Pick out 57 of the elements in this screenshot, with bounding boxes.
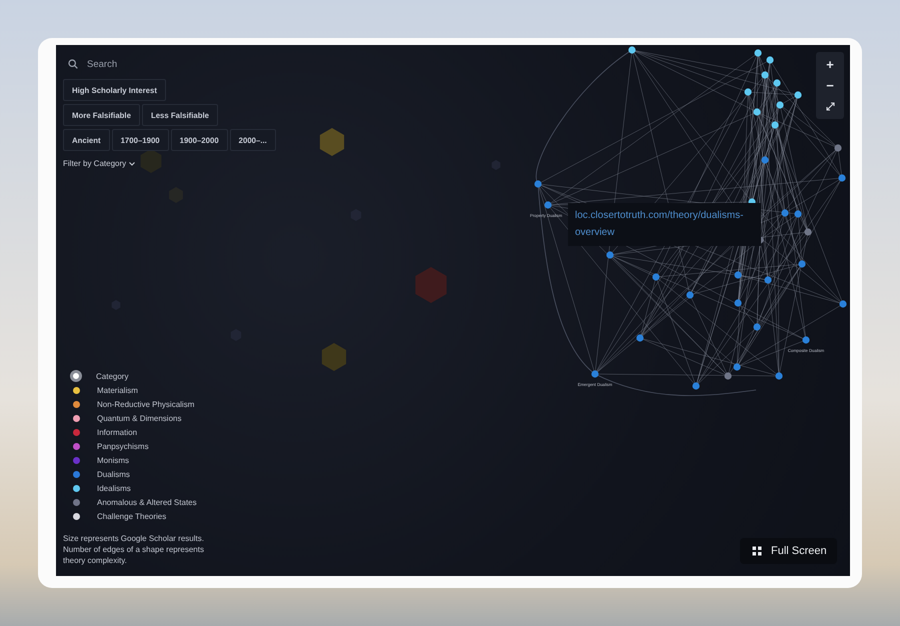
legend-label: Materialism [97, 386, 138, 394]
search-icon [68, 59, 78, 69]
caret-icon [129, 162, 136, 166]
graph-node[interactable] [781, 209, 789, 217]
full-screen-button[interactable]: Full Screen [740, 538, 837, 564]
graph-node[interactable] [734, 271, 742, 279]
graph-node[interactable] [686, 291, 694, 299]
collapse-arrows-icon [826, 102, 834, 111]
graph-node[interactable] [761, 71, 769, 79]
graph-node[interactable] [591, 370, 599, 378]
graph-node[interactable] [794, 210, 802, 218]
graph-node[interactable] [544, 201, 552, 209]
graph-node[interactable] [753, 108, 761, 116]
graph-node[interactable] [534, 180, 542, 188]
graph-node[interactable] [733, 363, 741, 371]
graph-node[interactable] [802, 336, 810, 344]
category-ring-icon [70, 370, 82, 382]
graph-node[interactable] [775, 372, 783, 380]
zoom-button[interactable]: − [816, 75, 844, 96]
search-field[interactable]: Search [87, 58, 227, 70]
graph-node[interactable] [834, 144, 842, 152]
legend-label: Idealisms [97, 484, 131, 492]
legend-label: Quantum & Dimensions [97, 414, 182, 422]
graph-node[interactable] [776, 101, 784, 109]
graph-node[interactable] [839, 300, 847, 308]
legend-label: Anomalous & Altered States [97, 498, 197, 506]
legend-label: Category [96, 372, 128, 380]
legend-label: Non-Reductive Physicalism [97, 400, 194, 408]
graph-node[interactable] [838, 174, 846, 182]
graph-node[interactable] [692, 382, 700, 390]
graph-node[interactable] [744, 88, 752, 96]
legend-label: Challenge Theories [97, 512, 166, 520]
legend-label: Information [97, 428, 138, 436]
url-tooltip: loc.closertotruth.com/theory/dualisms-overview [568, 203, 761, 246]
graph-node[interactable] [761, 156, 769, 164]
legend-label: Panpsychisms [97, 442, 149, 450]
graph-node[interactable] [606, 251, 614, 259]
graph-node[interactable] [734, 299, 742, 307]
graph-node[interactable] [764, 276, 772, 284]
graph-node[interactable] [724, 372, 732, 380]
legend-label: Dualisms [97, 470, 130, 478]
graph-node[interactable] [636, 334, 644, 342]
graph-node[interactable] [804, 228, 812, 236]
category-filter-dropdown[interactable]: Filter by Category [63, 154, 136, 168]
graph-node[interactable] [753, 323, 761, 331]
graph-node[interactable] [794, 91, 802, 99]
legend-label: Monisms [97, 456, 130, 464]
graph-node[interactable] [798, 260, 806, 268]
zoom-button[interactable]: + [816, 54, 844, 75]
graph-node[interactable] [766, 56, 774, 64]
graph-node[interactable] [773, 79, 781, 87]
graph-node[interactable] [771, 121, 779, 129]
expand-icon [752, 546, 762, 556]
graph-node[interactable] [754, 49, 762, 57]
graph-node[interactable] [628, 46, 636, 54]
graph-node[interactable] [652, 273, 660, 281]
legend-note: Size represents Google Scholar results. Number of edges of a shape represents theory complexity. [63, 533, 205, 566]
